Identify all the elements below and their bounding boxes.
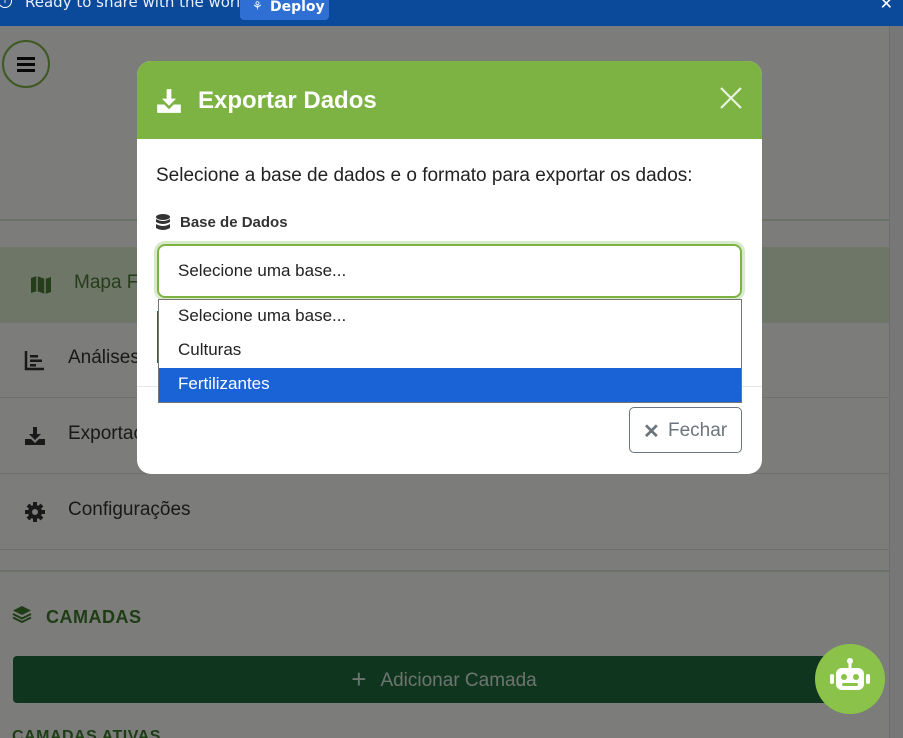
download-icon <box>157 89 181 113</box>
chatbot-button[interactable] <box>815 644 885 714</box>
close-button[interactable]: ✕ Fechar <box>629 407 742 453</box>
close-x-icon: ✕ <box>643 421 660 443</box>
database-options-list: Selecione uma base... Culturas Fertiliza… <box>158 299 742 403</box>
option-culturas[interactable]: Culturas <box>159 334 741 368</box>
robot-icon <box>830 658 870 690</box>
close-banner-icon[interactable]: ✕ <box>880 0 893 13</box>
modal-description: Selecione a base de dados e o formato pa… <box>156 165 693 186</box>
close-button-label: Fechar <box>668 420 728 441</box>
deploy-button[interactable]: ⚘ Deploy <box>240 0 329 20</box>
option-select-base[interactable]: Selecione uma base... <box>159 300 741 334</box>
close-icon[interactable] <box>718 85 744 111</box>
export-modal: Exportar Dados Selecione a base de dados… <box>137 61 762 474</box>
database-select[interactable]: Selecione uma base... <box>157 244 742 298</box>
banner-message: Ready to share with the world? <box>25 0 258 11</box>
deploy-label: Deploy <box>270 0 325 15</box>
database-label: Base de Dados <box>180 214 288 231</box>
modal-header: Exportar Dados <box>137 61 762 139</box>
database-icon <box>156 214 170 230</box>
deploy-icon: ⚘ <box>252 0 263 13</box>
modal-title: Exportar Dados <box>198 87 377 114</box>
option-fertilizantes[interactable]: Fertilizantes <box>159 368 741 402</box>
select-value: Selecione uma base... <box>178 261 347 280</box>
deploy-banner: i Ready to share with the world? ⚘ Deplo… <box>0 0 903 26</box>
info-icon: i <box>0 0 12 8</box>
